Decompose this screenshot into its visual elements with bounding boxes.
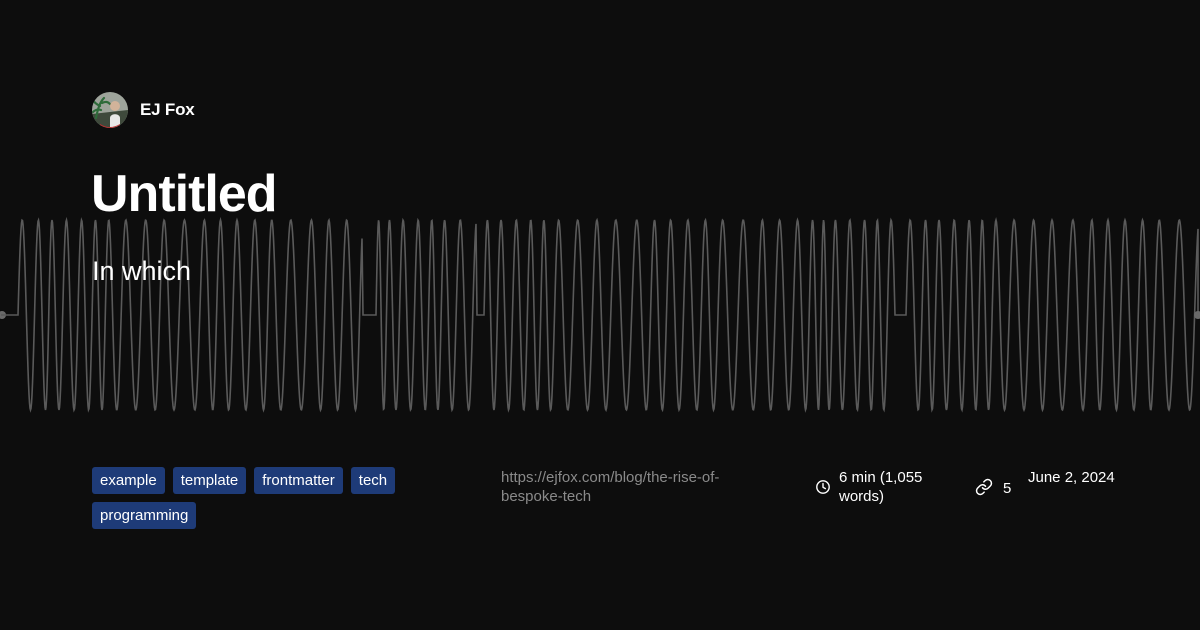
tag-list: example template frontmatter tech progra… [92,467,452,529]
tag-tech[interactable]: tech [350,467,396,494]
clock-icon [816,480,830,494]
tag-frontmatter[interactable]: frontmatter [254,467,343,494]
post-url[interactable]: https://ejfox.com/blog/the-rise-of-bespo… [501,468,781,506]
tag-programming[interactable]: programming [92,502,197,529]
tag-example[interactable]: example [92,467,165,494]
link-icon [975,478,993,496]
link-count-value: 5 [1003,480,1012,497]
post-title: Untitled [91,165,278,223]
link-count: 5 [975,468,1025,498]
waveform-line [1,216,1199,413]
author-name: EJ Fox [140,100,195,119]
tag-template[interactable]: template [172,467,247,494]
author-avatar [92,92,128,128]
publish-date-value: June 2, 2024 [1028,469,1115,486]
post-subtitle: In which [92,256,192,286]
reading-time: 6 min (1,055 words) [815,468,975,506]
reading-time-value: 6 min (1,055 words) [839,469,923,505]
author-info: EJ Fox [92,92,195,128]
publish-date: June 2, 2024 [1028,468,1118,487]
